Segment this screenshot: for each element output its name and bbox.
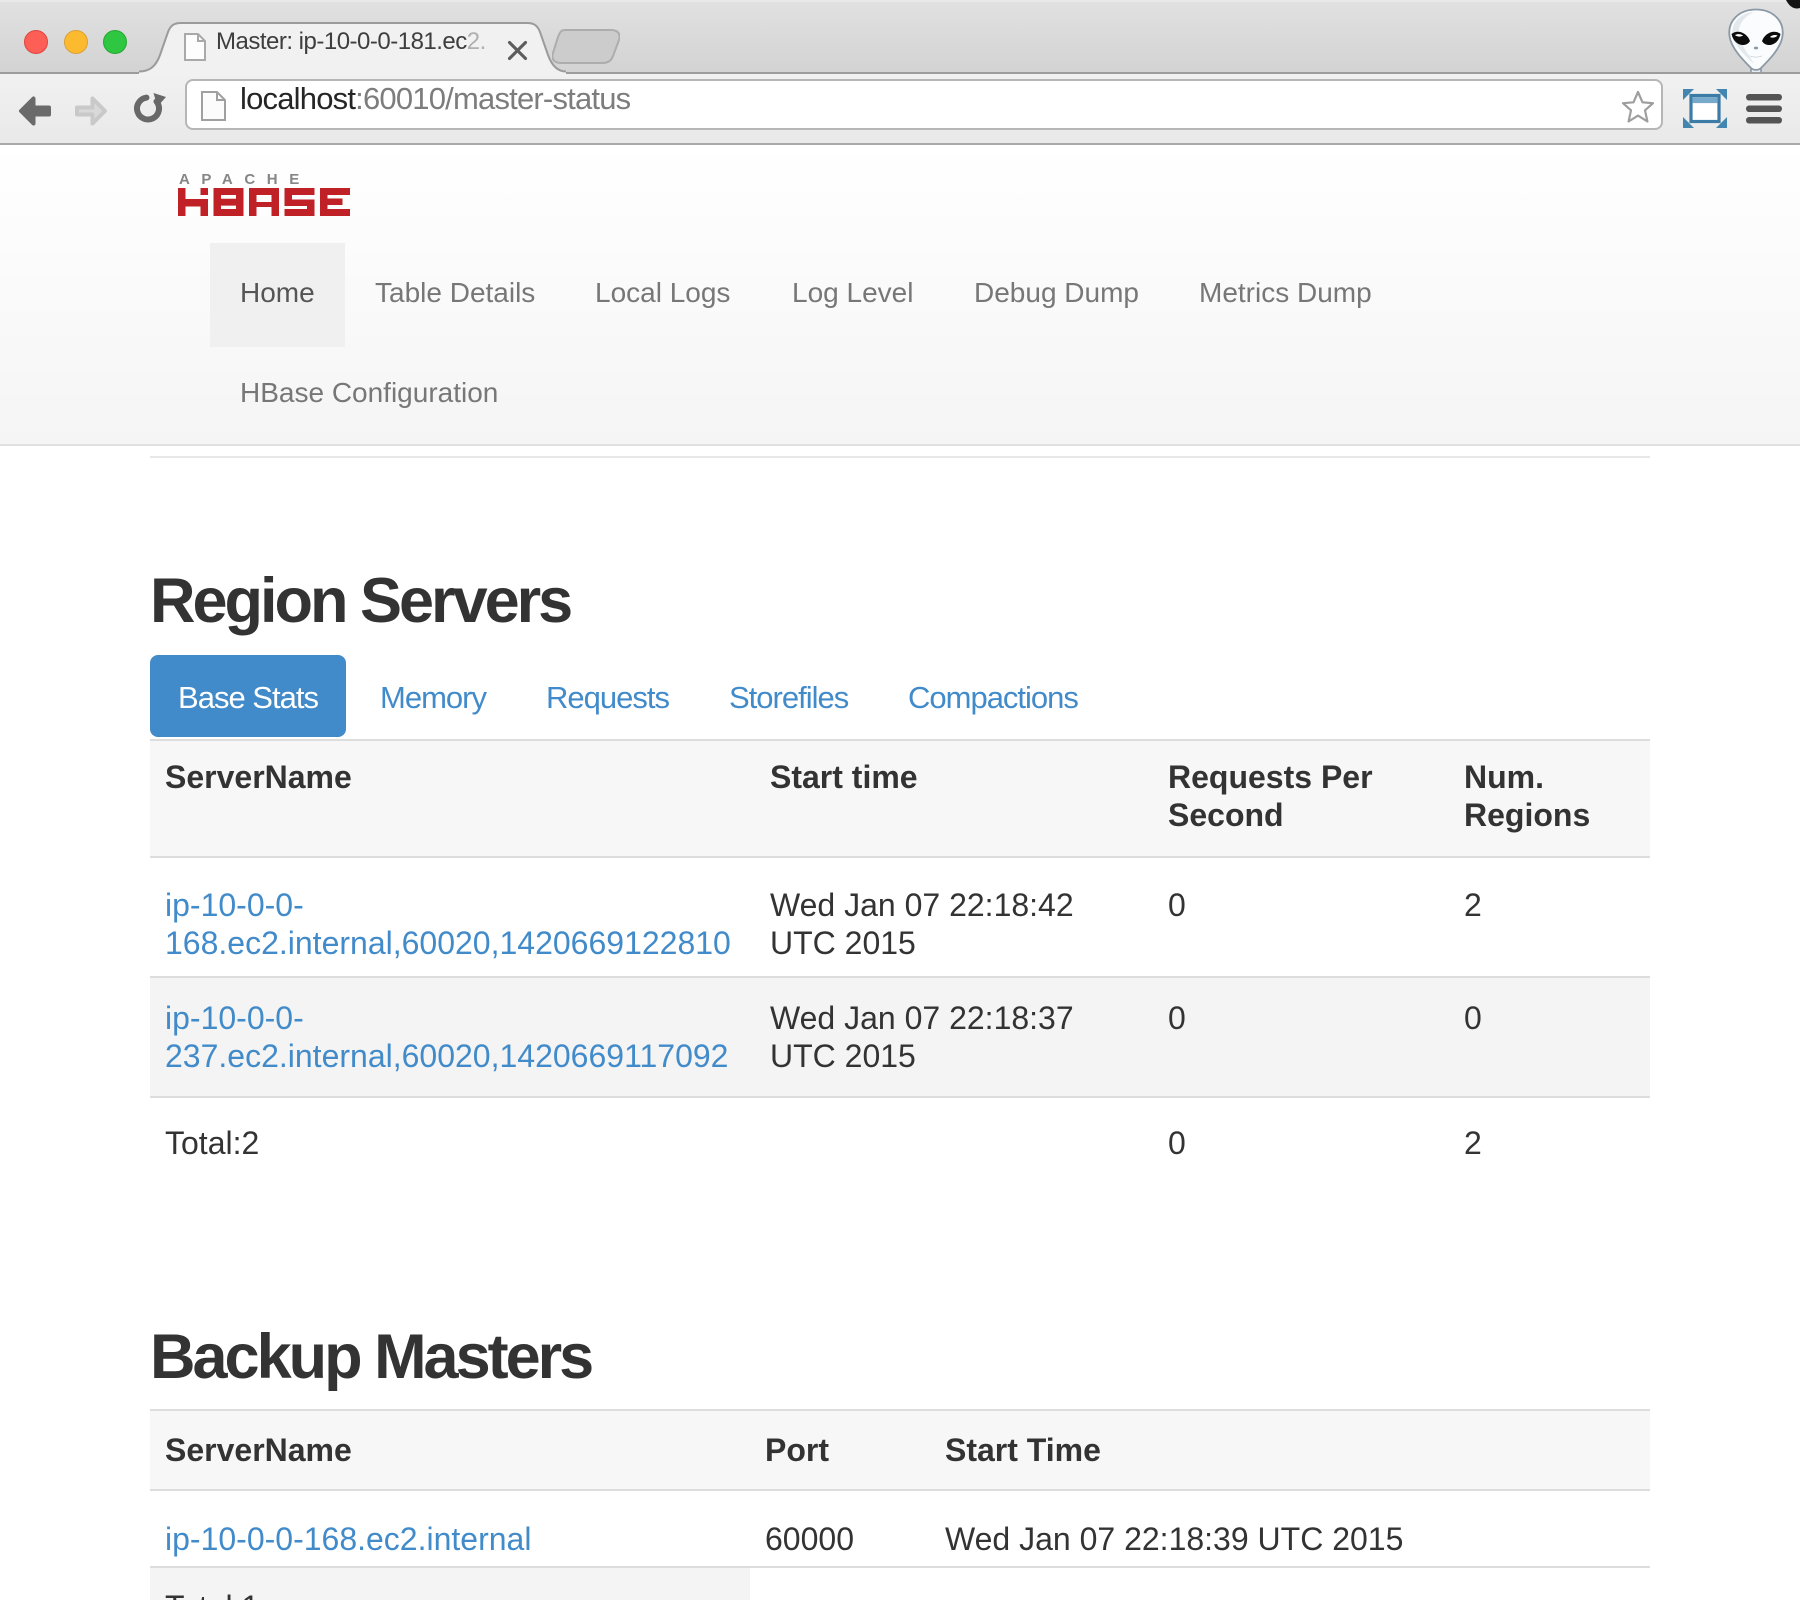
- svg-text:APACHE: APACHE: [179, 173, 311, 188]
